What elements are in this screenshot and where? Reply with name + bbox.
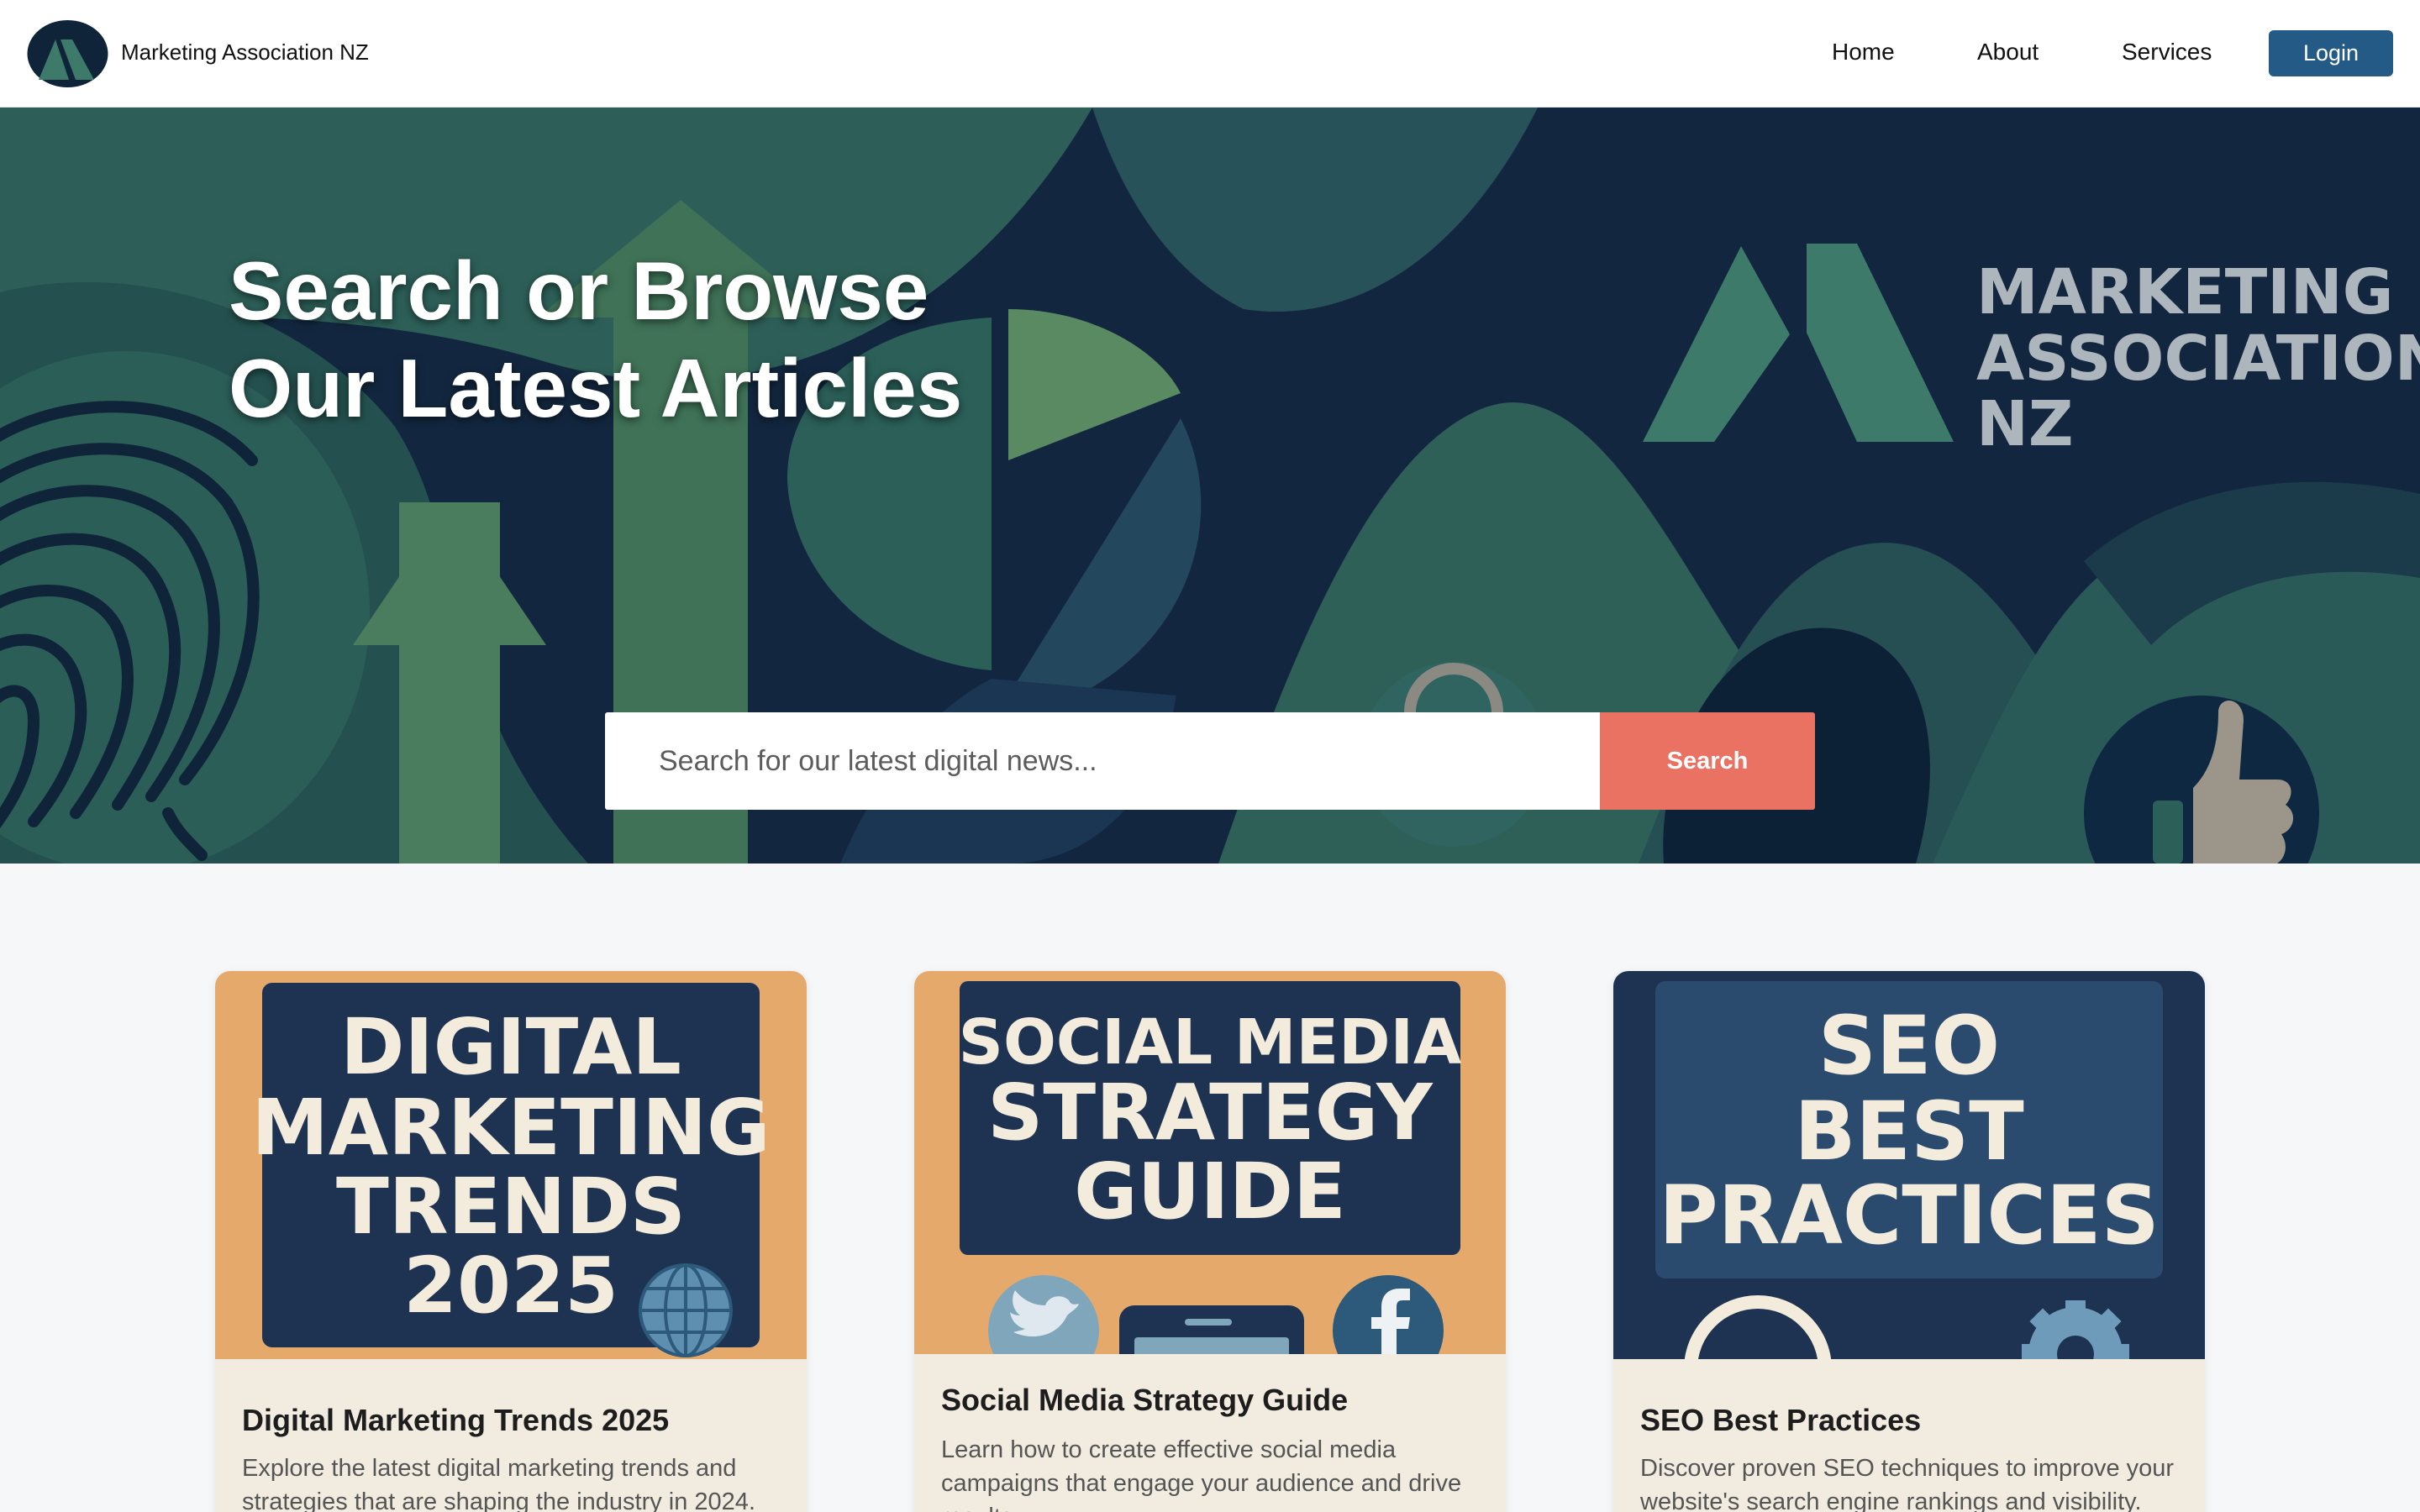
poster-line: TRENDS [336, 1162, 686, 1252]
card-image-social-media[interactable]: SOCIAL MEDIA STRATEGY GUIDE [914, 971, 1506, 1354]
article-card-seo[interactable]: SEO BEST PRACTICES SEO Best Practices Di… [1613, 971, 2205, 1512]
globe-icon [639, 1263, 733, 1357]
card-title[interactable]: Digital Marketing Trends 2025 [242, 1403, 669, 1438]
hero-heading: Search or Browse Our Latest Articles [229, 242, 1321, 437]
poster-line: PRACTICES [1659, 1168, 2159, 1263]
card-description: Learn how to create effective social med… [941, 1436, 1462, 1512]
brand-name[interactable]: Marketing Association NZ [121, 39, 369, 66]
hero-logo-line2: ASSOCIATION [1976, 323, 2420, 395]
card-title[interactable]: SEO Best Practices [1640, 1403, 1921, 1438]
search-button[interactable]: Search [1600, 712, 1815, 810]
hero-logo-line3: NZ [1976, 388, 2074, 460]
nav-link-services[interactable]: Services [2122, 39, 2212, 66]
poster-line: STRATEGY [987, 1068, 1434, 1158]
hero-heading-line1: Search or Browse [229, 244, 929, 337]
login-button[interactable]: Login [2269, 30, 2393, 76]
card-image-digital-marketing[interactable]: DIGITAL MARKETING TRENDS 2025 [215, 971, 807, 1359]
poster-line: BEST [1794, 1084, 2023, 1179]
association-logo-icon[interactable] [27, 19, 108, 88]
hero-logo-line1: MARKETING [1976, 256, 2393, 328]
poster-line: DIGITAL [340, 1002, 681, 1092]
poster-line: 2025 [403, 1241, 618, 1331]
card-title[interactable]: Social Media Strategy Guide [941, 1383, 1348, 1418]
top-navbar: Marketing Association NZ Home About Serv… [0, 0, 2420, 108]
poster-line: GUIDE [1074, 1147, 1346, 1236]
phone-icon [1119, 1305, 1304, 1354]
poster-line: SEO [1818, 999, 2000, 1093]
article-card-social-media[interactable]: SOCIAL MEDIA STRATEGY GUIDE Social Media… [914, 971, 1506, 1512]
nav-link-about[interactable]: About [1977, 39, 2039, 66]
poster-line: MARKETING [251, 1083, 770, 1173]
card-description: Explore the latest digital marketing tre… [242, 1455, 755, 1512]
hero-banner: MARKETING ASSOCIATION NZ Search or Brows… [0, 108, 2420, 864]
hero-heading-line2: Our Latest Articles [229, 342, 963, 434]
card-description: Discover proven SEO techniques to improv… [1640, 1455, 2175, 1512]
card-image-seo[interactable]: SEO BEST PRACTICES [1613, 971, 2205, 1359]
nav-link-home[interactable]: Home [1832, 39, 1895, 66]
article-search-bar: Search [605, 712, 1815, 810]
search-input[interactable] [605, 712, 1600, 810]
article-card-digital-marketing[interactable]: DIGITAL MARKETING TRENDS 2025 Digital Ma… [215, 971, 807, 1512]
